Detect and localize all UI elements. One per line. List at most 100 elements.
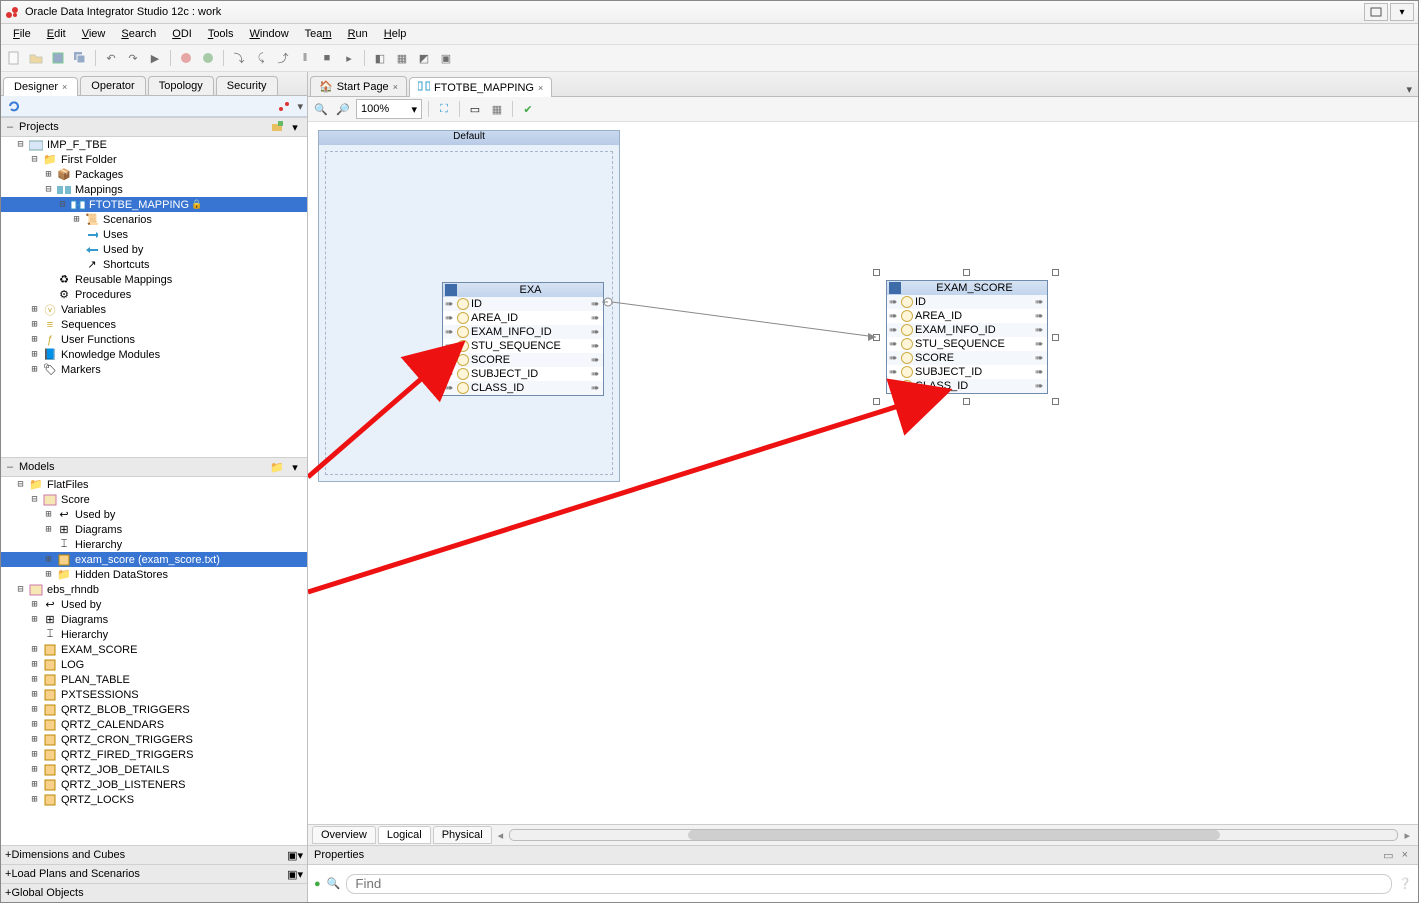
menu-odi[interactable]: ODI (164, 26, 200, 42)
menu-tools[interactable]: Tools (200, 26, 242, 42)
column-icon (457, 368, 469, 380)
tab-topology[interactable]: Topology (148, 76, 214, 95)
column-row[interactable]: ➠CLASS_ID➠ (443, 381, 603, 395)
models-header[interactable]: – Models 📁 ▾ (1, 457, 307, 477)
h-scrollbar[interactable] (509, 829, 1398, 841)
stop-icon[interactable]: ■ (318, 49, 336, 67)
tab-operator[interactable]: Operator (80, 76, 145, 95)
step-over-icon[interactable]: ⤵ (230, 49, 248, 67)
out-arrow-icon: ➠ (591, 327, 601, 338)
redo-icon[interactable]: ↷ (124, 49, 142, 67)
column-row[interactable]: ➠EXAM_INFO_ID➠ (443, 325, 603, 339)
menu-help[interactable]: Help (376, 26, 415, 42)
pause-icon[interactable]: ‖ (296, 49, 314, 67)
usedby-icon: ↩ (42, 598, 58, 612)
tab-overview[interactable]: Overview (312, 826, 376, 844)
refresh-icon[interactable] (5, 97, 23, 115)
zoom-select[interactable]: 100%▾ (356, 99, 422, 119)
column-row[interactable]: ➠AREA_ID➠ (443, 311, 603, 325)
run-icon[interactable]: ▶ (146, 49, 164, 67)
column-row[interactable]: ➠SCORE➠ (443, 353, 603, 367)
menu-team[interactable]: Team (297, 26, 340, 42)
scenarios-icon: 📜 (84, 213, 100, 227)
entity-exa[interactable]: EXA ➠ID➠➠AREA_ID➠➠EXAM_INFO_ID➠➠STU_SEQU… (442, 282, 604, 396)
column-icon (457, 312, 469, 324)
zoom-out-icon[interactable]: 🔎 (334, 100, 352, 118)
props-action1-icon[interactable]: ▭ (1383, 849, 1393, 862)
debug-icon[interactable] (177, 49, 195, 67)
loadplans-header[interactable]: +Load Plans and Scenarios▣▾ (1, 864, 307, 883)
column-row[interactable]: ➠STU_SEQUENCE➠ (443, 339, 603, 353)
column-row[interactable]: ➠ID➠ (443, 297, 603, 311)
undo-icon[interactable]: ↶ (102, 49, 120, 67)
tb-extra4-icon[interactable]: ▣ (437, 49, 455, 67)
tb-extra2-icon[interactable]: ▦ (393, 49, 411, 67)
mapping-canvas[interactable]: Default EXA ➠ID➠➠AREA_ID➠➠EXAM_INFO_ID➠➠… (308, 122, 1418, 824)
load-new-icon[interactable]: ▣ (287, 868, 297, 881)
sequences-icon: ≡ (42, 318, 58, 332)
menu-file[interactable]: File (5, 26, 39, 42)
tab-security[interactable]: Security (216, 76, 278, 95)
help-icon[interactable]: ❔ (1398, 877, 1412, 890)
dim-new-icon[interactable]: ▣ (287, 849, 297, 862)
tab-ftotbe-mapping[interactable]: FTOTBE_MAPPING× (409, 77, 552, 97)
menu-edit[interactable]: Edit (39, 26, 74, 42)
global-header[interactable]: +Global Objects (1, 883, 307, 902)
collapse-icon[interactable]: – (5, 121, 15, 133)
dropdown-button[interactable]: ▾ (1390, 3, 1414, 21)
tb-extra1-icon[interactable]: ◧ (371, 49, 389, 67)
tb-extra3-icon[interactable]: ◩ (415, 49, 433, 67)
properties-title: Properties (314, 849, 364, 861)
close-icon[interactable]: × (393, 82, 398, 92)
resume-icon[interactable]: ▸ (340, 49, 358, 67)
tab-designer[interactable]: Designer× (3, 77, 78, 96)
find-input[interactable] (346, 874, 1392, 894)
scroll-right-icon[interactable]: ▸ (1404, 829, 1410, 842)
titlebar: Oracle Data Integrator Studio 12c : work… (1, 1, 1418, 24)
menu-search[interactable]: Search (113, 26, 164, 42)
props-close-icon[interactable]: × (1402, 849, 1408, 861)
connect-icon[interactable] (275, 97, 293, 115)
step-out-icon[interactable]: ⤴ (274, 49, 292, 67)
models-tree[interactable]: ⊟📁FlatFiles ⊟Score ⊞↩Used by ⊞⊞Diagrams … (1, 477, 307, 845)
tab-logical[interactable]: Logical (378, 826, 431, 844)
save-all-icon[interactable] (71, 49, 89, 67)
fit-icon[interactable]: ⛶ (435, 100, 453, 118)
layout-icon[interactable]: ▭ (466, 100, 484, 118)
projects-tree[interactable]: ⊟IMP_F_TBE ⊟📁First Folder ⊞📦Packages ⊟Ma… (1, 137, 307, 457)
new-model-icon[interactable]: 📁 (269, 460, 285, 474)
tree-item-ftotbe-mapping[interactable]: ⊟FTOTBE_MAPPING🔒 (1, 197, 307, 212)
step-into-icon[interactable]: ⤹ (252, 49, 270, 67)
close-icon[interactable]: × (62, 82, 67, 92)
menu-dropdown-icon[interactable]: ▾ (297, 100, 303, 113)
in-arrow-icon: ➠ (445, 327, 455, 338)
projects-header[interactable]: – Projects ▾ (1, 117, 307, 137)
table-icon (42, 778, 58, 792)
import-icon[interactable]: ▾ (287, 120, 303, 134)
model-menu-icon[interactable]: ▾ (287, 460, 303, 474)
close-icon[interactable]: × (538, 83, 543, 93)
validate-icon[interactable]: ✔ (519, 100, 537, 118)
new-icon[interactable] (5, 49, 23, 67)
menu-view[interactable]: View (74, 26, 114, 42)
tab-start-page[interactable]: 🏠Start Page× (310, 76, 407, 96)
restore-button[interactable] (1364, 3, 1388, 21)
expand-icon[interactable]: ⊟ (15, 139, 26, 150)
grid-icon[interactable]: ▦ (488, 100, 506, 118)
folder-icon: 📁 (42, 153, 58, 167)
column-row[interactable]: ➠SUBJECT_ID➠ (443, 367, 603, 381)
tabs-menu-icon[interactable]: ▾ (1400, 83, 1418, 96)
open-icon[interactable] (27, 49, 45, 67)
scroll-left-icon[interactable]: ◂ (498, 829, 504, 842)
validate-icon[interactable] (199, 49, 217, 67)
dimensions-header[interactable]: +Dimensions and Cubes▣▾ (1, 845, 307, 864)
menu-window[interactable]: Window (242, 26, 297, 42)
table-icon (42, 703, 58, 717)
new-project-icon[interactable] (269, 120, 285, 134)
menu-run[interactable]: Run (340, 26, 376, 42)
tab-physical[interactable]: Physical (433, 826, 492, 844)
collapse-icon[interactable]: – (5, 461, 15, 473)
tree-item-exam-score-file[interactable]: ⊞exam_score (exam_score.txt) (1, 552, 307, 567)
zoom-in-icon[interactable]: 🔍 (312, 100, 330, 118)
save-icon[interactable] (49, 49, 67, 67)
